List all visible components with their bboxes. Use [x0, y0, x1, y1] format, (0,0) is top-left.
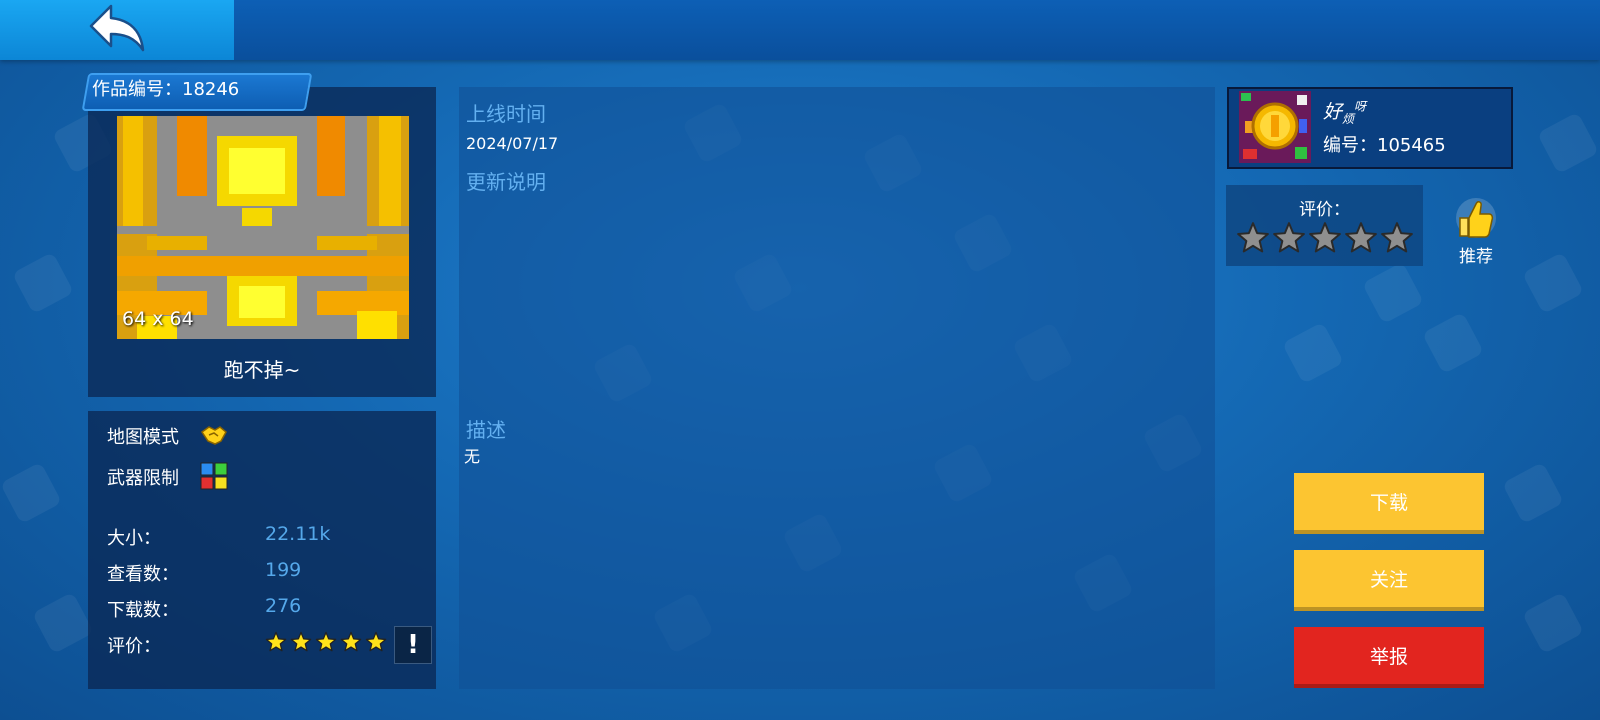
downloads-value: 276	[265, 595, 302, 617]
report-button-label: 举报	[1369, 646, 1408, 668]
size-value: 22.11k	[265, 523, 331, 545]
star-icon	[365, 631, 387, 653]
star-icon[interactable]	[1308, 221, 1342, 255]
follow-button[interactable]: 关注	[1294, 550, 1484, 611]
downloads-label: 下载数：	[107, 600, 179, 621]
user-rating-label: 评价：	[1299, 200, 1350, 220]
back-arrow-icon	[87, 2, 147, 58]
recommend-button[interactable]: 推荐	[1446, 196, 1506, 268]
star-icon[interactable]	[1272, 221, 1306, 255]
update-notes-heading: 更新说明	[466, 170, 546, 194]
follow-button-label: 关注	[1369, 569, 1408, 591]
user-rating-box: 评价：	[1226, 185, 1423, 266]
back-button[interactable]	[0, 0, 234, 60]
weapon-grid-icon	[200, 462, 228, 494]
map-thumbnail[interactable]	[117, 116, 409, 339]
author-name: 好烦呀	[1323, 99, 1367, 126]
rating-label: 评价：	[107, 636, 161, 657]
size-label: 大小：	[107, 528, 161, 549]
exclamation-icon: !	[407, 630, 419, 660]
download-button[interactable]: 下载	[1294, 473, 1484, 534]
report-info-button[interactable]: !	[394, 626, 432, 664]
report-button[interactable]: 举报	[1294, 627, 1484, 688]
online-time-heading: 上线时间	[466, 102, 546, 126]
coin-avatar-icon	[1239, 91, 1311, 167]
weapon-limit-label: 武器限制	[107, 468, 179, 489]
map-size-overlay: 64 x 64	[122, 308, 194, 330]
star-icon	[290, 631, 312, 653]
top-bar	[0, 0, 1600, 60]
work-id-label: 作品编号：18246	[92, 79, 240, 100]
star-icon	[340, 631, 362, 653]
online-time-value: 2024/07/17	[466, 134, 559, 153]
star-icon[interactable]	[1236, 221, 1270, 255]
map-name: 跑不掉~	[223, 358, 301, 382]
handshake-icon	[200, 424, 227, 450]
map-mode-label: 地图模式	[107, 427, 179, 448]
views-value: 199	[265, 559, 302, 581]
description-panel	[459, 87, 1215, 689]
download-button-label: 下载	[1369, 492, 1408, 514]
rating-stars	[265, 631, 390, 657]
user-rating-stars[interactable]	[1236, 221, 1416, 259]
author-card[interactable]: 好烦呀 编号：105465	[1227, 87, 1513, 169]
star-icon	[315, 631, 337, 653]
star-icon[interactable]	[1344, 221, 1378, 255]
star-icon[interactable]	[1380, 221, 1414, 255]
author-id: 编号：105465	[1323, 135, 1446, 156]
description-value: 无	[464, 447, 481, 466]
description-heading: 描述	[466, 418, 506, 442]
views-label: 查看数：	[107, 564, 179, 585]
star-icon	[265, 631, 287, 653]
